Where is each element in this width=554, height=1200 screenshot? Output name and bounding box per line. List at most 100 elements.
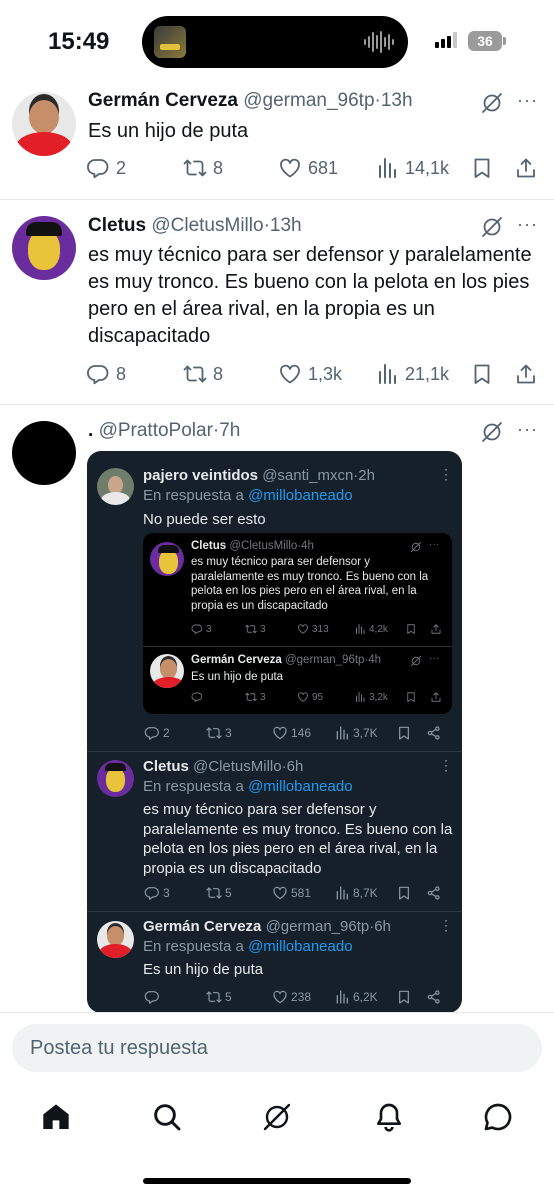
home-indicator[interactable] xyxy=(143,1178,411,1184)
reply-to-handle: @millobaneado xyxy=(248,938,353,955)
like-button: 581 xyxy=(272,884,311,902)
author-handle: @german_96tp xyxy=(284,654,365,666)
views-icon xyxy=(354,691,366,703)
more-options-icon: ⋮ xyxy=(439,466,453,482)
post-time: 2h xyxy=(358,467,375,484)
grok-icon[interactable] xyxy=(480,215,504,239)
views-icon xyxy=(375,156,399,180)
tweet-time[interactable]: 13h xyxy=(270,215,302,236)
like-count: 238 xyxy=(291,990,312,1004)
tweet-time[interactable]: 7h xyxy=(219,420,240,441)
reply-button xyxy=(191,690,206,704)
views-count: 21,1k xyxy=(405,363,450,384)
post-actions: 3 5 581 8,7K xyxy=(144,884,444,902)
tweet-header: . @PrattoPolar·7h xyxy=(88,420,240,442)
author-name[interactable]: . xyxy=(88,420,93,441)
tab-grok[interactable] xyxy=(260,1100,294,1134)
avatar[interactable] xyxy=(12,92,76,156)
post-header: Germán Cerveza @german_96tp·6h xyxy=(143,918,391,935)
bookmark-button[interactable] xyxy=(470,361,494,387)
grok-icon[interactable] xyxy=(480,420,504,444)
tab-home[interactable] xyxy=(39,1100,73,1134)
author-handle: @CletusMillo xyxy=(193,758,282,775)
messages-icon xyxy=(484,1103,512,1131)
bookmark-icon xyxy=(470,156,494,180)
views-button[interactable]: 21,1k xyxy=(375,361,449,387)
like-icon xyxy=(297,691,309,703)
reply-icon xyxy=(191,691,203,703)
retweet-button[interactable]: 8 xyxy=(183,361,223,387)
retweet-button[interactable]: 8 xyxy=(183,155,223,181)
grok-icon xyxy=(410,655,422,667)
views-icon xyxy=(334,885,350,901)
tab-notifications[interactable] xyxy=(372,1100,406,1134)
retweet-icon xyxy=(206,885,222,901)
tweet-time[interactable]: 13h xyxy=(381,90,413,111)
post-header: pajero veintidos @santi_mxcn·2h xyxy=(143,467,375,484)
author-handle[interactable]: @german_96tp xyxy=(243,90,374,111)
retweet-icon xyxy=(245,623,257,635)
post-actions: 2 3 146 3,7K xyxy=(144,724,444,742)
like-count: 95 xyxy=(312,691,324,703)
like-count: 581 xyxy=(291,886,312,900)
author-handle[interactable]: @PrattoPolar xyxy=(99,420,213,441)
more-options-icon: ··· xyxy=(429,539,439,550)
avatar[interactable] xyxy=(12,216,76,280)
like-count: 313 xyxy=(312,623,329,635)
post-text: es muy técnico para ser defensor y paral… xyxy=(143,801,453,877)
reply-count: 2 xyxy=(116,157,127,178)
post-text: Es un hijo de puta xyxy=(143,961,264,978)
divider xyxy=(87,911,462,912)
reply-icon xyxy=(86,156,110,180)
author-name[interactable]: Germán Cerveza xyxy=(88,90,238,111)
more-options-icon: ⋮ xyxy=(439,757,453,773)
share-icon xyxy=(430,691,442,703)
tweet[interactable]: Germán Cerveza @german_96tp·13h ··· Es u… xyxy=(0,0,554,200)
retweet-count: 5 xyxy=(225,990,232,1004)
reply-icon xyxy=(144,989,160,1005)
post-header: Germán Cerveza @german_96tp·4h xyxy=(191,654,381,666)
bookmark-icon xyxy=(396,989,412,1005)
more-options-icon[interactable]: ··· xyxy=(517,90,538,111)
like-icon xyxy=(278,362,302,386)
tweet[interactable]: Cletus @CletusMillo·13h ··· es muy técni… xyxy=(0,200,554,405)
bookmark-button xyxy=(405,690,417,704)
bookmark-button xyxy=(405,622,417,636)
retweet-icon xyxy=(183,156,207,180)
retweet-count: 3 xyxy=(260,691,266,703)
grok-icon xyxy=(410,541,422,553)
reply-input[interactable] xyxy=(12,1024,542,1072)
reply-context: En respuesta a @millobaneado xyxy=(143,778,353,795)
like-button[interactable]: 1,3k xyxy=(278,361,342,387)
bookmark-icon xyxy=(470,362,494,386)
tweet-actions: 2 8 681 14,1k xyxy=(86,155,546,181)
grok-icon[interactable] xyxy=(480,91,504,115)
reply-button[interactable]: 2 xyxy=(86,155,126,181)
more-options-icon: ··· xyxy=(429,653,439,664)
tab-messages[interactable] xyxy=(481,1100,515,1134)
author-name[interactable]: Cletus xyxy=(88,215,146,236)
like-button[interactable]: 681 xyxy=(278,155,338,181)
post-text: No puede ser esto xyxy=(143,511,266,528)
views-button[interactable]: 14,1k xyxy=(375,155,449,181)
bookmark-button[interactable] xyxy=(470,155,494,181)
tab-search[interactable] xyxy=(150,1100,184,1134)
tab-bar xyxy=(0,1092,554,1146)
views-button: 3,2k xyxy=(354,690,388,704)
avatar xyxy=(150,654,184,688)
more-options-icon[interactable]: ··· xyxy=(517,419,538,440)
share-button xyxy=(426,988,442,1006)
home-icon xyxy=(43,1104,69,1129)
avatar[interactable] xyxy=(12,421,76,485)
attached-screenshot[interactable]: pajero veintidos @santi_mxcn·2h ⋮ En res… xyxy=(87,451,462,1013)
author-handle[interactable]: @CletusMillo xyxy=(151,215,263,236)
reply-prefix: En respuesta a xyxy=(143,778,244,795)
post-actions: 3 3 313 4,2k xyxy=(191,622,446,636)
reply-button[interactable]: 8 xyxy=(86,361,126,387)
post-time: 6h xyxy=(374,918,391,935)
more-options-icon[interactable]: ··· xyxy=(517,214,538,235)
share-button[interactable] xyxy=(514,361,538,387)
share-button xyxy=(430,622,442,636)
share-button xyxy=(426,884,442,902)
share-button[interactable] xyxy=(514,155,538,181)
